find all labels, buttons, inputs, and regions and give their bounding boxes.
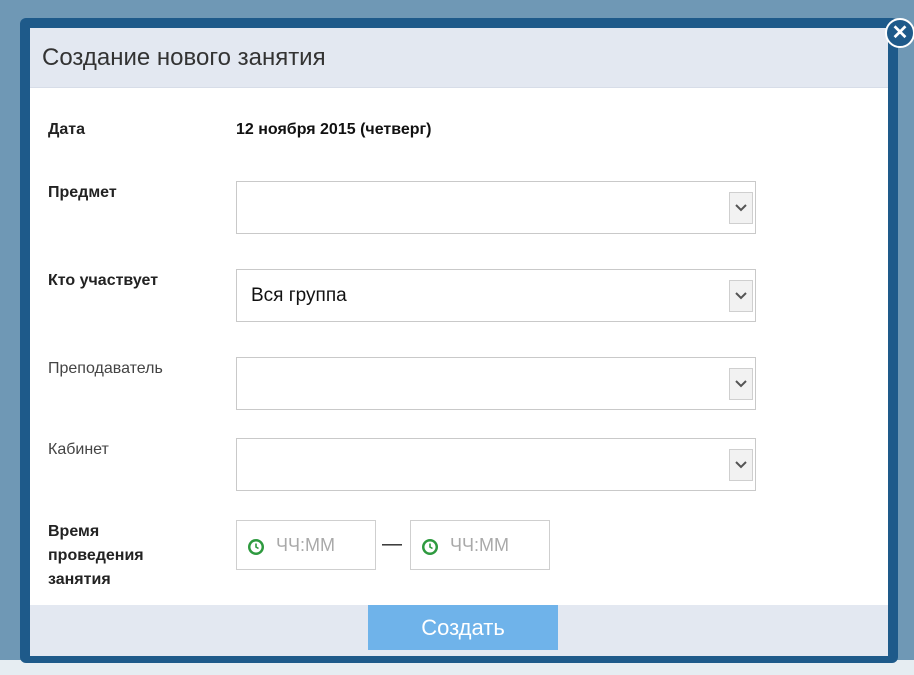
teacher-select[interactable] xyxy=(236,357,756,410)
room-select[interactable] xyxy=(236,438,756,491)
end-time-input[interactable]: ЧЧ:ММ xyxy=(410,520,550,570)
create-button[interactable]: Создать xyxy=(368,605,558,650)
end-time-placeholder: ЧЧ:ММ xyxy=(450,535,509,555)
time-separator: — xyxy=(382,533,402,555)
time-label-line2: проведения xyxy=(48,547,144,564)
time-label-line3: занятия xyxy=(48,571,111,588)
chevron-down-icon[interactable] xyxy=(729,449,753,481)
teacher-label: Преподаватель xyxy=(48,360,163,377)
participants-select[interactable]: Вся группа xyxy=(236,269,756,322)
participants-label: Кто участвует xyxy=(48,272,159,289)
start-time-placeholder: ЧЧ:ММ xyxy=(276,535,335,555)
time-label-line1: Время xyxy=(48,523,100,540)
chevron-down-icon[interactable] xyxy=(729,368,753,400)
date-label: Дата xyxy=(48,121,86,138)
clock-icon xyxy=(422,539,438,555)
date-value: 12 ноября 2015 (четверг) xyxy=(236,121,432,138)
room-label: Кабинет xyxy=(48,441,109,458)
subject-select[interactable] xyxy=(236,181,756,234)
participants-select-value: Вся группа xyxy=(251,285,347,306)
create-lesson-dialog: Создание нового занятия Дата 12 ноября 2… xyxy=(30,28,888,656)
dialog-title: Создание нового занятия xyxy=(42,44,326,71)
subject-label: Предмет xyxy=(48,184,117,201)
dialog-footer: Создать xyxy=(30,605,888,656)
dialog-header: Создание нового занятия xyxy=(30,28,888,88)
clock-icon xyxy=(248,539,264,555)
chevron-down-icon[interactable] xyxy=(729,280,753,312)
start-time-input[interactable]: ЧЧ:ММ xyxy=(236,520,376,570)
close-icon[interactable]: ✕ xyxy=(885,18,914,48)
chevron-down-icon[interactable] xyxy=(729,192,753,224)
